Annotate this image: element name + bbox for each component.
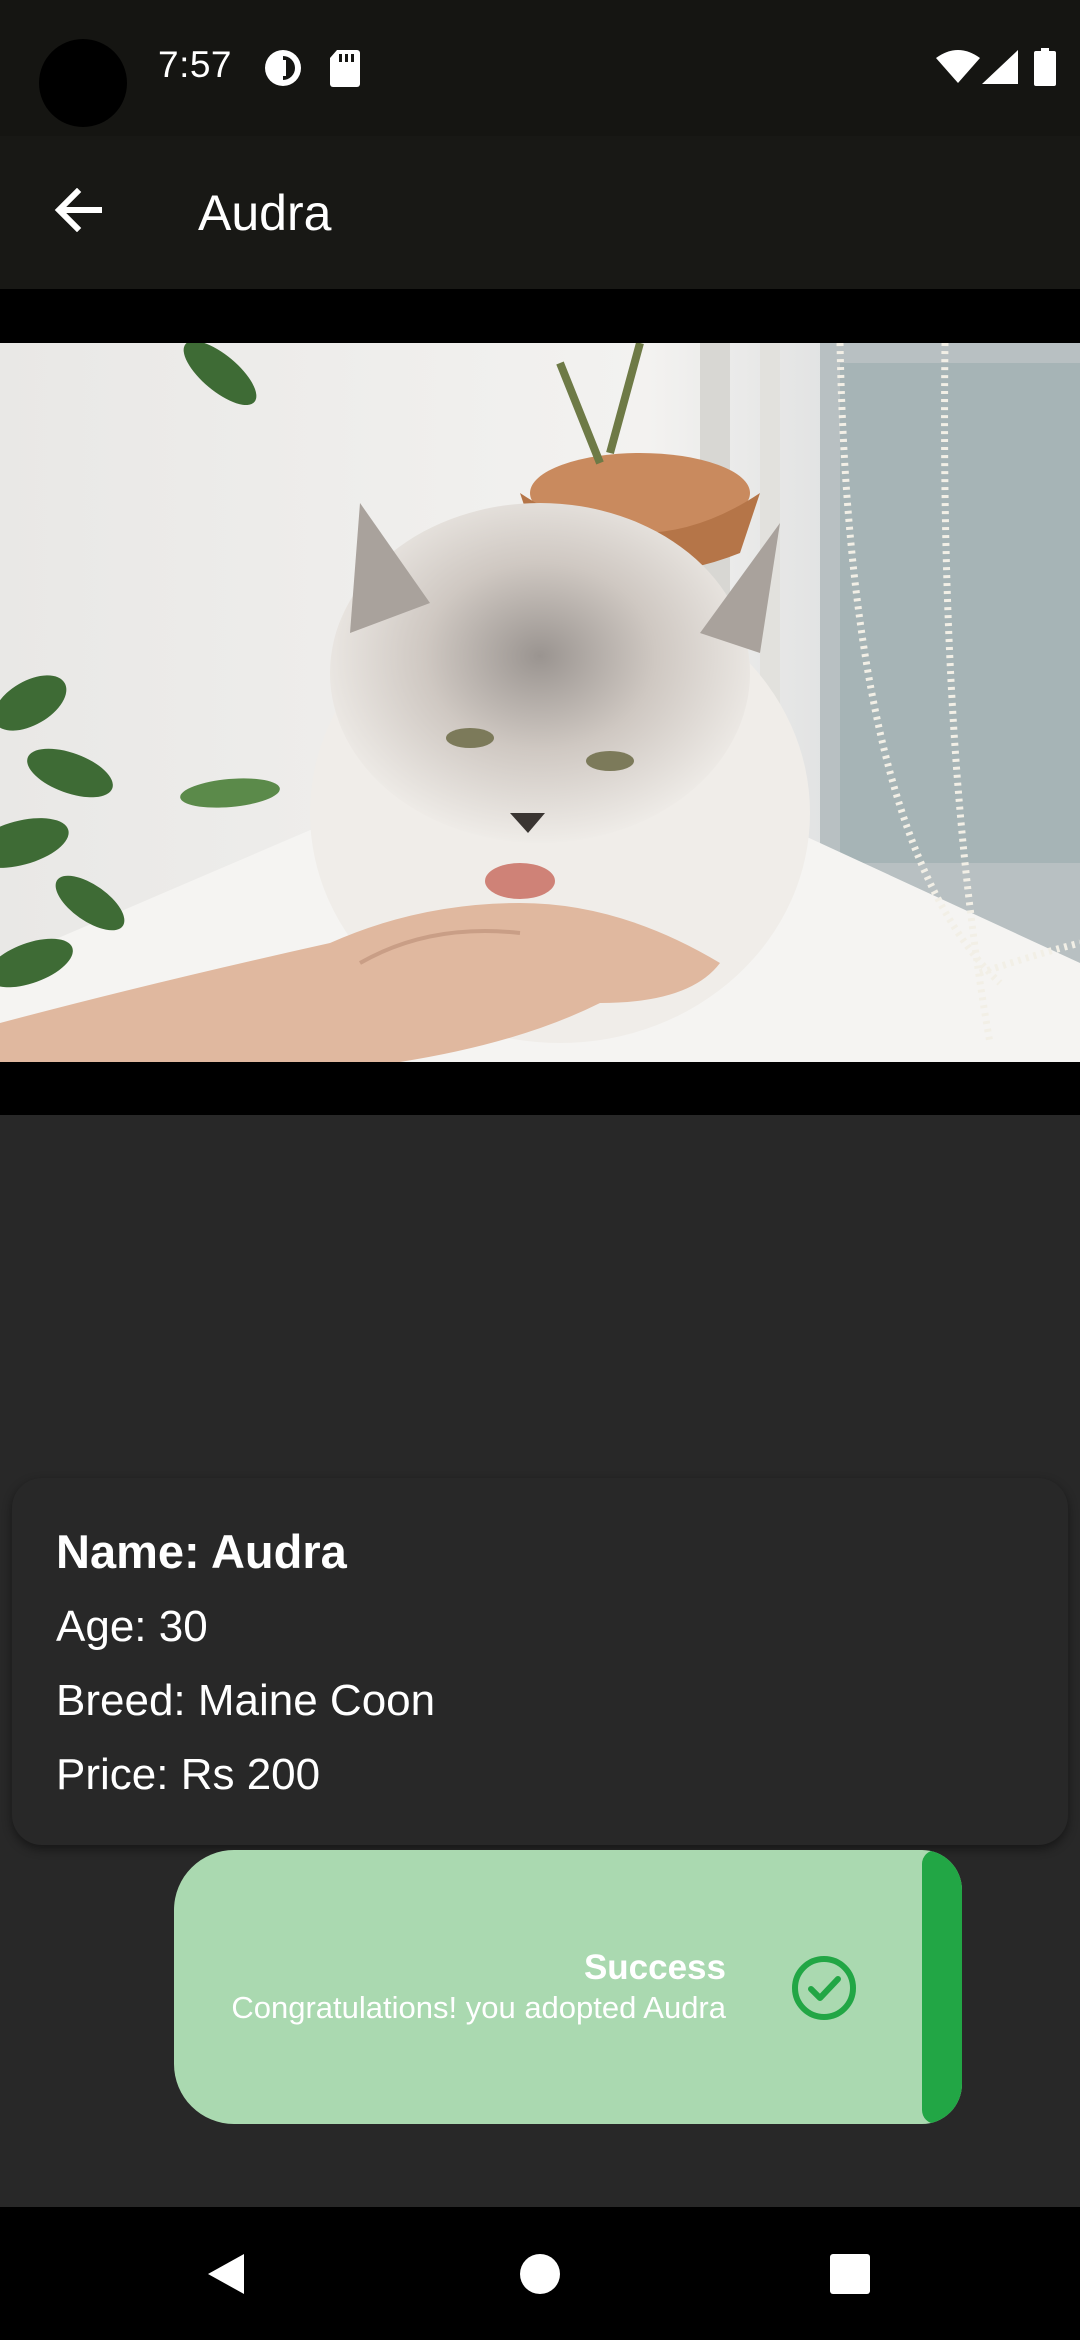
- pet-name: Name: Audra: [56, 1525, 347, 1578]
- battery-icon: [1034, 48, 1056, 91]
- camera-cutout: [39, 39, 127, 127]
- sd-card-icon: [329, 48, 361, 93]
- check-circle-icon: [790, 1954, 858, 2022]
- toast-accent-bar: [922, 1850, 962, 2124]
- pet-photo: [0, 343, 1080, 1062]
- page-title: Audra: [198, 185, 332, 241]
- wifi-icon: [936, 50, 980, 89]
- signal-icon: [982, 50, 1018, 89]
- status-time: 7:57: [158, 44, 233, 85]
- nav-home-button[interactable]: [512, 2246, 568, 2302]
- back-triangle-icon: [208, 2254, 244, 2294]
- back-button[interactable]: [40, 172, 116, 248]
- data-saver-icon: [263, 48, 303, 93]
- success-toast[interactable]: Success Congratulations! you adopted Aud…: [174, 1850, 962, 2124]
- pet-breed: Breed: Maine Coon: [56, 1676, 436, 1725]
- app-bar: [0, 136, 1080, 289]
- arrow-back-icon: [54, 188, 102, 232]
- nav-recents-button[interactable]: [822, 2246, 878, 2302]
- toast-message: Congratulations! you adopted Audra: [231, 1990, 726, 2025]
- pet-age: Age: 30: [56, 1602, 208, 1651]
- status-bar: 7:57: [0, 0, 1080, 136]
- toast-title: Success: [583, 1948, 726, 1987]
- recents-square-icon: [830, 2254, 870, 2294]
- home-circle-icon: [520, 2254, 560, 2294]
- nav-back-button[interactable]: [198, 2246, 254, 2302]
- pet-details-card: Name: Audra Age: 30 Breed: Maine Coon Pr…: [12, 1478, 1068, 1845]
- pet-price: Price: Rs 200: [56, 1750, 321, 1799]
